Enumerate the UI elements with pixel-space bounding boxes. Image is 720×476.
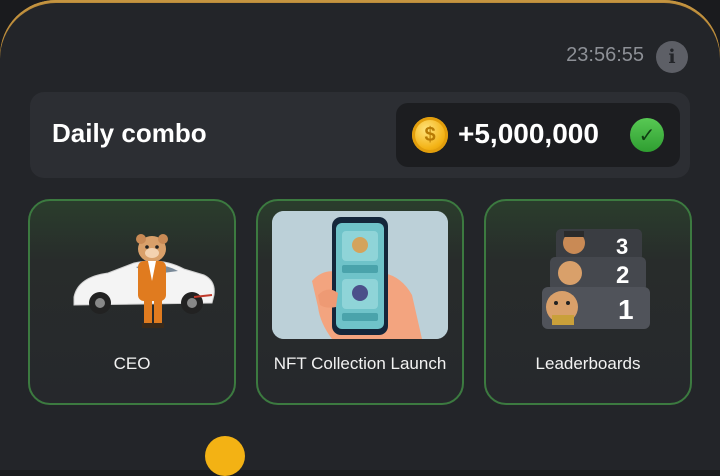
coin-icon: $ [412,117,448,153]
rank-3: 3 [616,234,628,259]
reward-amount: +5,000,000 [458,118,599,149]
card-label: NFT Collection Launch [273,354,447,373]
leaderboard-illustration: 3 2 1 [500,211,676,339]
hamster-ceo-illustration [44,211,220,339]
countdown-timer: 23:56:55 [566,44,644,66]
info-icon[interactable]: i [656,41,688,73]
card-label: Leaderboards [535,354,641,373]
daily-combo-title: Daily combo [52,118,207,148]
rank-1: 1 [618,294,634,325]
nft-phone-illustration [272,211,448,339]
check-icon: ✓ [630,118,664,152]
daily-combo-bar: Daily combo $ +5,000,000 ✓ [30,92,690,178]
card-label: CEO [113,354,151,373]
combo-card-ceo[interactable]: CEO [28,199,236,405]
combo-card-nft-collection-launch[interactable]: NFT Collection Launch [256,199,464,405]
coin-icon-partial [205,436,245,476]
combo-reward: $ +5,000,000 ✓ [396,103,680,167]
rank-2: 2 [616,262,629,289]
combo-card-leaderboards[interactable]: 3 2 1 Leaderboards [484,199,692,405]
